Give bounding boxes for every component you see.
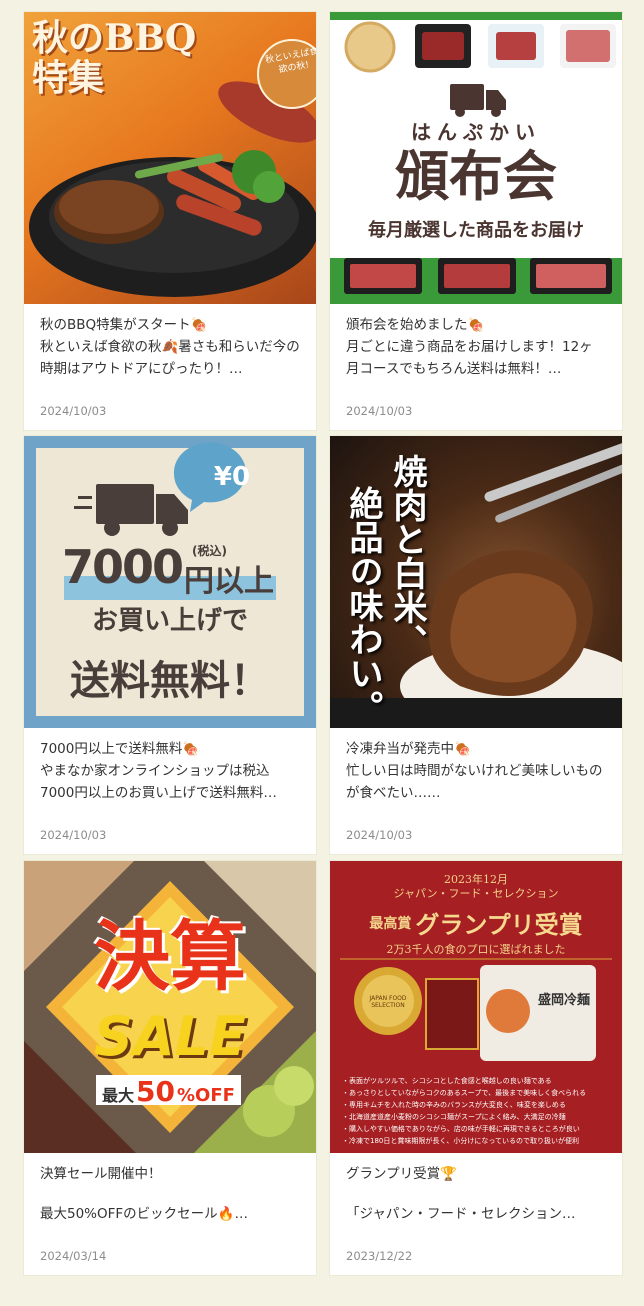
sale-big: 決算 (94, 912, 246, 1001)
ship-line2: お買い上げで (91, 606, 248, 636)
sale-word: SALE (94, 1005, 246, 1068)
news-desc: 月ごとに違う商品をお届けします！12ヶ月コースでもちろん送料は無料！… (346, 339, 593, 377)
news-thumbnail[interactable]: 2023年12月 ジャパン・フード・セレクション 最高賞 グランプリ受賞 2万3… (330, 861, 622, 1153)
yakiniku-col2: 絶品の味わい。 (343, 486, 383, 724)
news-date: 2024/10/03 (346, 828, 413, 842)
ship-line3: 送料無料！ (70, 658, 270, 704)
news-thumbnail[interactable]: 焼肉と白米、 絶品の味わい。 (330, 436, 622, 728)
news-desc: 秋といえば食欲の秋🍂暑さも和らいだ今の時期はアウトドアにぴったり！… (40, 339, 300, 377)
gp-bullet: ・北海道産道産小麦粉のシコシコ麺がスープによく絡み、大満足の冷麺 (342, 1113, 566, 1121)
news-card[interactable]: 決算 SALE 最大 50 %OFF 決算セール開催中！ 最大50%OFFのビッ… (24, 861, 316, 1275)
gp-bullets: ・表面がツルツルで、シコシコとした食感と喉越しの良い麺である ・あっさりとしてい… (342, 1075, 612, 1147)
news-grid: 秋のBBQ特集 秋といえば食欲の秋! 秋のBBQ特集がスタート🍖 秋といえば食欲… (0, 0, 644, 1306)
bbq-title: 秋のBBQ特集 (32, 17, 197, 99)
news-thumbnail[interactable]: 秋のBBQ特集 秋といえば食欲の秋! (24, 12, 316, 304)
news-title: 冷凍弁当が発売中🍖 (346, 741, 471, 757)
news-title: 決算セール開催中！ (40, 1166, 162, 1182)
news-date: 2024/03/14 (40, 1249, 107, 1263)
hanpukai-sub: 毎月厳選した商品をお届け (368, 220, 584, 241)
yakiniku-col1: 焼肉と白米、 (387, 454, 427, 658)
news-date: 2024/10/03 (40, 404, 107, 418)
news-title: 7000円以上で送料無料🍖 (40, 741, 200, 757)
news-date: 2024/10/03 (40, 828, 107, 842)
news-thumbnail[interactable]: はんぷかい 頒布会 毎月厳選した商品をお届け (330, 12, 622, 304)
sale-prefix: 最大 (102, 1086, 135, 1105)
gp-bullet: ・あっさりとしていながらコクのあるスープで、最後まで美味しく食べられる (342, 1089, 587, 1097)
news-desc: 「ジャパン・フード・セレクション… (346, 1206, 576, 1222)
news-title: 頒布会を始めました🍖 (346, 317, 485, 333)
hanpukai-ruby: はんぷかい (411, 120, 541, 144)
news-card[interactable]: 焼肉と白米、 絶品の味わい。 冷凍弁当が発売中🍖 忙しい日は時間がないけれど美味… (330, 436, 622, 854)
news-date: 2024/10/03 (346, 404, 413, 418)
news-card[interactable]: 秋のBBQ特集 秋といえば食欲の秋! 秋のBBQ特集がスタート🍖 秋といえば食欲… (24, 12, 316, 430)
sale-discount: 最大 50 %OFF (96, 1075, 241, 1108)
news-desc: やまなか家オンラインショップは税込7000円以上のお買い上げで送料無料… (40, 763, 277, 801)
news-title: グランプリ受賞🏆 (346, 1166, 457, 1182)
ship-unit: 円以上 (184, 564, 274, 599)
gp-bullet: ・購入しやすい価格でありながら、店の味が手軽に再現できるところが良い (342, 1125, 580, 1133)
news-card[interactable]: ¥0 7000 (税込) 円以上 お買い上げで 送料無料！ 7000円以上で送料… (24, 436, 316, 854)
news-desc: 忙しい日は時間がないけれど美味しいものが食べたい…… (346, 763, 603, 801)
gp-medal: JAPAN FOOD SELECTION (369, 995, 407, 1009)
price-bubble: ¥0 (213, 462, 251, 492)
news-date: 2023/12/22 (346, 1249, 413, 1263)
news-desc: 最大50%OFFのビックセール🔥… (40, 1206, 248, 1222)
gp-product: 盛岡冷麺 (538, 993, 591, 1008)
news-card[interactable]: はんぷかい 頒布会 毎月厳選した商品をお届け 頒布会を始めました🍖 月ごとに違う… (330, 12, 622, 430)
sale-suffix: %OFF (176, 1085, 235, 1106)
gp-bullet: ・専用キムチを入れた時の辛みのバランスが大変良く、味変を楽しめる (342, 1101, 566, 1109)
ship-amount: 7000 (62, 540, 184, 594)
news-card[interactable]: 2023年12月 ジャパン・フード・セレクション 最高賞 グランプリ受賞 2万3… (330, 861, 622, 1275)
news-thumbnail[interactable]: ¥0 7000 (税込) 円以上 お買い上げで 送料無料！ (24, 436, 316, 728)
gp-bullet: ・表面がツルツルで、シコシコとした食感と喉越しの良い麺である (342, 1077, 552, 1085)
sale-percent: 50 (136, 1075, 175, 1108)
hanpukai-heading: 頒布会 (395, 145, 557, 208)
news-title: 秋のBBQ特集がスタート🍖 (40, 317, 208, 333)
news-thumbnail[interactable]: 決算 SALE 最大 50 %OFF (24, 861, 316, 1153)
gp-bullet: ・冷凍で180日と賞味期限が長く、小分けになっているので取り扱いが便利 (342, 1137, 580, 1145)
